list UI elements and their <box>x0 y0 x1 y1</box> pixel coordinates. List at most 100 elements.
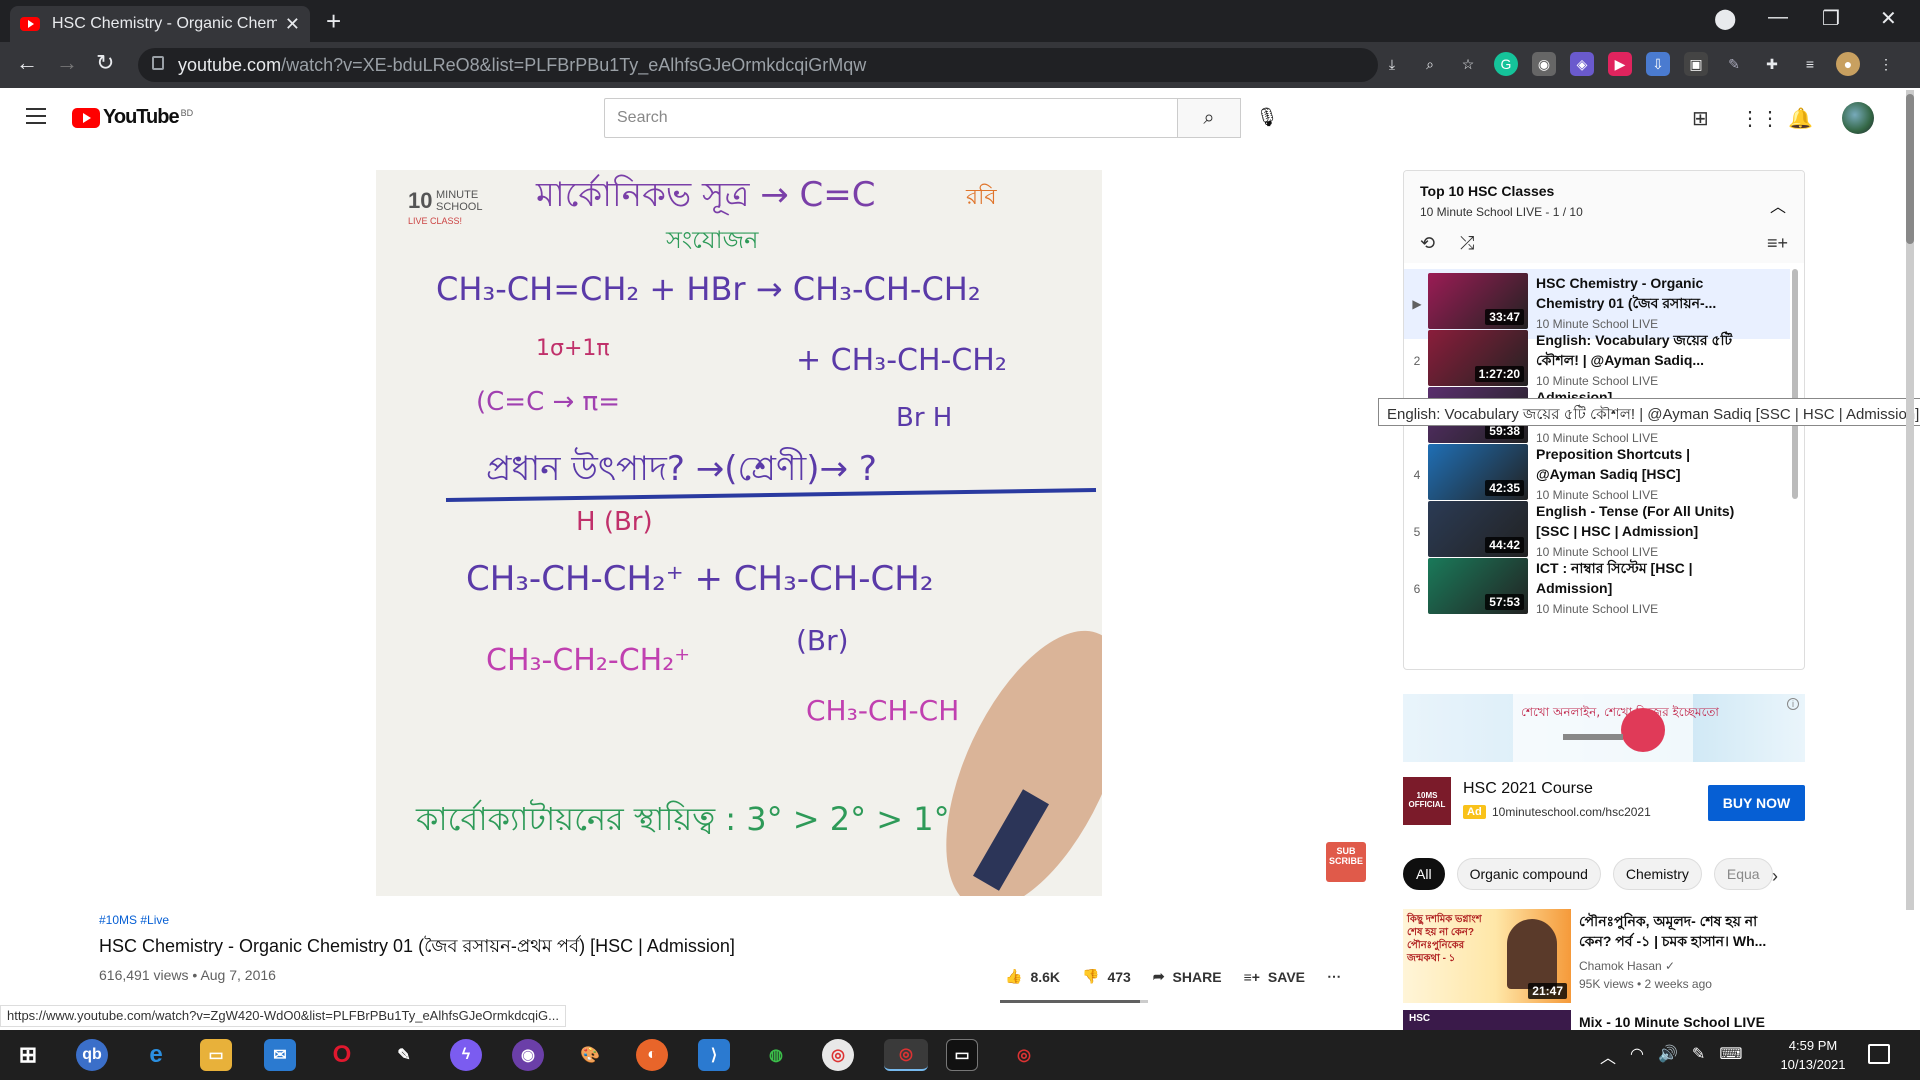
related-video[interactable]: কিছু দশমিক ভগ্নাংশ শেষ হয় না কেন? পৌনঃপ… <box>1403 909 1823 1003</box>
chrome-canary-icon[interactable]: ◎ <box>1008 1039 1040 1071</box>
ad-info-icon[interactable]: i <box>1787 698 1799 710</box>
ad-url[interactable]: 10minuteschool.com/hsc2021 <box>1492 805 1651 819</box>
related-channel[interactable]: Chamok Hasan ✓ <box>1579 959 1675 973</box>
firefox-icon[interactable]: ◐ <box>636 1039 668 1071</box>
opera-icon[interactable]: O <box>326 1039 358 1071</box>
github-icon[interactable]: ◉ <box>512 1039 544 1071</box>
add-playlist-icon[interactable]: ≡+ <box>1767 233 1788 254</box>
chip-equa[interactable]: Equa <box>1713 858 1773 890</box>
windows-start-icon[interactable]: ⊞ <box>12 1039 44 1071</box>
close-window-button[interactable]: ✕ <box>1880 6 1897 31</box>
screen-extension-icon[interactable]: ▣ <box>1684 52 1708 76</box>
tab-close-icon[interactable]: ✕ <box>285 14 300 35</box>
restore-button[interactable]: ❐ <box>1822 6 1840 31</box>
page-scrollbar[interactable] <box>1906 90 1914 910</box>
playlist-item[interactable]: 6 57:53 ICT : নাম্বার সিস্টেম [HSC | Admis… <box>1404 554 1790 624</box>
pen-tray-icon[interactable]: ✎ <box>1692 1044 1705 1068</box>
youtube-logo[interactable]: YouTube BD <box>72 106 193 129</box>
dislike-button[interactable]: 👎 473 <box>1082 968 1131 985</box>
paint-icon[interactable]: 🎨 <box>574 1039 606 1071</box>
menu-icon[interactable] <box>26 108 46 124</box>
playlist-item-thumbnail[interactable]: 33:47 <box>1428 273 1528 329</box>
search-input[interactable]: Search <box>604 98 1178 138</box>
apps-grid-icon[interactable]: ⋮⋮ <box>1740 106 1780 131</box>
file-explorer-icon[interactable]: ▭ <box>200 1039 232 1071</box>
tray-chevron-icon[interactable]: ︿ <box>1600 1044 1616 1068</box>
related-thumbnail[interactable]: HSC <box>1403 1010 1571 1030</box>
notification-center-icon[interactable] <box>1868 1044 1890 1064</box>
chip-organic-compound[interactable]: Organic compound <box>1456 858 1601 890</box>
bookmark-star-icon[interactable]: ☆ <box>1456 52 1480 76</box>
playlist-item-title[interactable]: HSC Chemistry - Organic Chemistry 01 (জৈ… <box>1536 273 1736 313</box>
save-button[interactable]: ≡+ SAVE <box>1244 969 1305 985</box>
collapse-chevron-icon[interactable]: ︿ <box>1770 193 1786 217</box>
chrome-menu-icon[interactable]: ⋮ <box>1874 52 1898 76</box>
vscode-icon[interactable]: ⟩ <box>698 1039 730 1071</box>
grammarly-icon[interactable]: G <box>1494 52 1518 76</box>
download-extension-icon[interactable]: ⇩ <box>1646 52 1670 76</box>
qbittorrent-icon[interactable]: qb <box>76 1039 108 1071</box>
keyboard-icon[interactable]: ⌨ <box>1719 1044 1742 1068</box>
tab-search-icon[interactable]: ⬤ <box>1714 6 1736 31</box>
forward-arrow-icon[interactable]: → <box>56 50 78 76</box>
related-title[interactable]: Mix - 10 Minute School LIVE <box>1579 1012 1789 1030</box>
chrome-active-icon[interactable]: ◎ <box>884 1039 928 1071</box>
subscribe-watermark[interactable]: SUB SCRIBE <box>1326 842 1366 882</box>
back-arrow-icon[interactable]: ← <box>16 50 38 76</box>
microphone-icon[interactable]: 🎙 <box>1256 104 1279 130</box>
more-actions-icon[interactable]: ⋯ <box>1327 968 1341 985</box>
profile-avatar-icon[interactable]: ● <box>1836 52 1860 76</box>
puzzle-icon[interactable]: ✚ <box>1760 52 1784 76</box>
reading-list-icon[interactable]: ≡ <box>1798 52 1822 76</box>
shuffle-icon[interactable]: ⤮ <box>1460 233 1474 254</box>
notifications-bell-icon[interactable]: 🔔 <box>1788 106 1813 131</box>
ad-banner[interactable]: শেখো অনলাইন, শেখো নিজের ইচ্ছেমতো i <box>1403 694 1805 762</box>
camera-icon[interactable]: ◉ <box>1532 52 1556 76</box>
page-scroll-thumb[interactable] <box>1906 94 1914 244</box>
playlist-channel[interactable]: 10 Minute School LIVE <box>1420 205 1542 219</box>
related-video[interactable]: HSC Mix - 10 Minute School LIVE <box>1403 1010 1823 1030</box>
taskbar-clock[interactable]: 4:59 PM 10/13/2021 <box>1768 1036 1858 1074</box>
video-hashtags[interactable]: #10MS #Live <box>99 913 169 927</box>
wifi-icon[interactable]: ◠ <box>1630 1044 1644 1068</box>
related-thumbnail[interactable]: কিছু দশমিক ভগ্নাংশ শেষ হয় না কেন? পৌনঃপ… <box>1403 909 1571 1003</box>
related-title[interactable]: পৌনঃপুনিক, অমূলদ- শেষ হয় না কেন? পর্ব -… <box>1579 911 1789 951</box>
account-avatar[interactable] <box>1842 102 1874 134</box>
terminal-icon[interactable]: ▭ <box>946 1039 978 1071</box>
play-extension-icon[interactable]: ▶ <box>1608 52 1632 76</box>
playlist-item-thumbnail[interactable]: 44:42 <box>1428 501 1528 557</box>
extension-icon[interactable]: ◈ <box>1570 52 1594 76</box>
ad-title[interactable]: HSC 2021 Course <box>1463 780 1593 798</box>
buy-now-button[interactable]: BUY NOW <box>1708 785 1805 821</box>
volume-icon[interactable]: 🔊 <box>1658 1044 1678 1068</box>
ad-logo[interactable]: 10MS OFFICIAL <box>1403 777 1451 825</box>
globe-app-icon[interactable]: ◍ <box>760 1039 792 1071</box>
playlist-item-title[interactable]: English - Tense (For All Units) [SSC | H… <box>1536 501 1736 541</box>
playlist-item-title[interactable]: ICT : নাম্বার সিস্টেম [HSC | Admission] <box>1536 558 1736 598</box>
edge-icon[interactable]: e <box>140 1039 172 1071</box>
new-tab-button[interactable]: + <box>326 6 341 37</box>
url-input[interactable]: youtube.com/watch?v=XE-bduLReO8&list=PLF… <box>138 48 1378 82</box>
video-player[interactable]: 10 MINUTE SCHOOL LIVE CLASS! রবি মার্কোন… <box>376 170 1102 896</box>
browser-tab[interactable]: HSC Chemistry - Organic Chemis ✕ <box>10 6 310 42</box>
chip-chemistry[interactable]: Chemistry <box>1612 858 1702 890</box>
playlist-item-thumbnail[interactable]: 1:27:20 <box>1428 330 1528 386</box>
playlist-item-title[interactable]: Preposition Shortcuts | @Ayman Sadiq [HS… <box>1536 444 1736 484</box>
minimize-button[interactable]: — <box>1768 6 1788 29</box>
install-icon[interactable]: ⤓ <box>1380 52 1404 76</box>
pen-extension-icon[interactable]: ✎ <box>1722 52 1746 76</box>
chip-all[interactable]: All <box>1403 858 1445 890</box>
create-video-icon[interactable]: ⊞ <box>1692 106 1709 131</box>
mail-icon[interactable]: ✉ <box>264 1039 296 1071</box>
reload-icon[interactable]: ↻ <box>96 50 114 76</box>
search-button[interactable]: ⌕ <box>1177 98 1241 138</box>
inkscape-icon[interactable]: ✎ <box>388 1039 420 1071</box>
playlist-item-thumbnail[interactable]: 42:35 <box>1428 444 1528 500</box>
chip-next-arrow-icon[interactable]: › <box>1772 866 1778 887</box>
chrome-icon[interactable]: ◎ <box>822 1039 854 1071</box>
playlist-scrollbar[interactable] <box>1792 269 1798 499</box>
loop-icon[interactable]: ⟲ <box>1420 233 1435 254</box>
messenger-icon[interactable]: ϟ <box>450 1039 482 1071</box>
like-button[interactable]: 👍 8.6K <box>1005 968 1060 985</box>
share-button[interactable]: ➦ SHARE <box>1153 968 1222 985</box>
